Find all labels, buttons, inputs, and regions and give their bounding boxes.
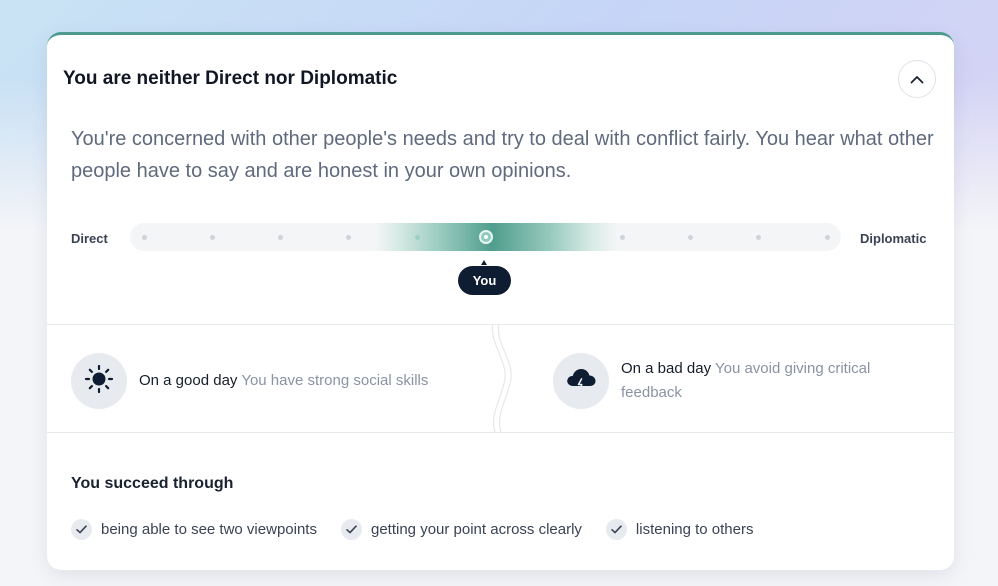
succeed-item: being able to see two viewpoints (71, 519, 317, 540)
scale-dot (414, 235, 420, 240)
sun-icon (84, 364, 114, 399)
you-marker: You (458, 266, 511, 295)
scale-dot (346, 235, 352, 240)
succeed-list: being able to see two viewpoints getting… (71, 519, 778, 540)
check-icon (71, 519, 92, 540)
collapse-button[interactable] (898, 60, 936, 98)
succeed-item: listening to others (605, 519, 754, 540)
check-icon (340, 519, 362, 540)
succeed-item-label: being able to see two viewpoints (101, 521, 317, 538)
scale-dot (551, 235, 557, 240)
scale-dot (824, 235, 830, 240)
scale-dot (209, 235, 215, 240)
bad-day-label: On a bad day (621, 360, 712, 377)
scale-track (130, 223, 841, 251)
scale-left-label: Direct (71, 231, 108, 246)
good-day-icon-circle (71, 353, 127, 409)
storm-cloud-icon (565, 366, 597, 397)
you-marker-pointer (481, 260, 487, 265)
scale-right-label: Diplomatic (860, 231, 927, 246)
scale-dot (141, 235, 147, 240)
card-description: You're concerned with other people's nee… (71, 128, 934, 182)
succeed-item-label: listening to others (635, 521, 754, 538)
good-day-text: On a good day You have strong social ski… (139, 369, 479, 393)
succeed-item: getting your point across clearly (340, 519, 582, 540)
scale-dot (278, 235, 284, 240)
section-divider (47, 432, 954, 433)
scale-dot (619, 235, 625, 240)
chevron-up-icon (910, 72, 924, 87)
succeed-item-label: getting your point across clearly (370, 521, 582, 538)
trait-card: You are neither Direct nor Diplomatic Yo… (47, 32, 954, 570)
bad-day-text: On a bad day You avoid giving critical f… (621, 357, 921, 405)
scale-dot-selected (478, 230, 493, 244)
scale-dot (756, 235, 762, 240)
good-day-description: You have strong social skills (241, 372, 429, 389)
scale-dot (687, 235, 693, 240)
section-separator (491, 324, 512, 432)
succeed-title: You succeed through (71, 475, 234, 492)
check-icon (605, 519, 627, 540)
good-day-label: On a good day (139, 372, 238, 389)
bad-day-icon-circle (553, 353, 609, 409)
card-title: You are neither Direct nor Diplomatic (63, 68, 398, 89)
